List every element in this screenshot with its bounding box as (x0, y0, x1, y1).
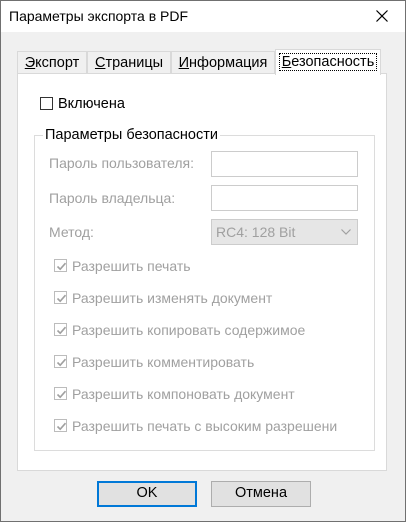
check-icon (56, 390, 67, 399)
check-icon (56, 358, 67, 367)
permission-print-checkbox[interactable] (54, 259, 67, 272)
permission-copy-checkbox[interactable] (54, 323, 67, 336)
permission-print-label: Разрешить печать (72, 258, 191, 274)
user-password-label: Пароль пользователя: (49, 155, 195, 171)
method-value: RC4: 128 Bit (216, 224, 296, 240)
permission-modify-checkbox[interactable] (54, 291, 67, 304)
close-button[interactable] (359, 1, 405, 32)
permission-copy-label: Разрешить копировать содержимое (72, 322, 306, 338)
ok-button[interactable]: OK (97, 481, 197, 507)
permission-comment-checkbox[interactable] (54, 355, 67, 368)
method-label: Метод: (49, 224, 94, 240)
permission-assemble-checkbox[interactable] (54, 387, 67, 400)
tab-export[interactable]: Экспорт (17, 51, 87, 74)
enabled-label: Включена (58, 96, 125, 112)
group-title: Параметры безопасности (43, 127, 220, 143)
tab-pages[interactable]: Страницы (87, 51, 171, 74)
chevron-down-icon (341, 229, 351, 235)
permission-hires-print-label: Разрешить печать с высоким разрешени (72, 418, 338, 434)
owner-password-input[interactable] (211, 185, 358, 211)
tab-security[interactable]: Безопасность (275, 49, 381, 75)
check-icon (56, 294, 67, 303)
window-title: Параметры экспорта в PDF (9, 8, 189, 24)
cancel-button[interactable]: Отмена (211, 481, 311, 507)
owner-password-label: Пароль владельца: (49, 190, 176, 206)
title-bar: Параметры экспорта в PDF (1, 1, 405, 32)
permission-modify-label: Разрешить изменять документ (72, 290, 273, 306)
tab-info[interactable]: Информация (171, 51, 275, 74)
enabled-checkbox[interactable] (40, 97, 53, 110)
permission-assemble-label: Разрешить компоновать документ (72, 386, 295, 402)
export-pdf-dialog: Параметры экспорта в PDF Экспорт Страниц… (0, 0, 406, 522)
permission-hires-print-checkbox[interactable] (54, 419, 67, 432)
permission-comment-label: Разрешить комментировать (72, 354, 255, 370)
method-select[interactable]: RC4: 128 Bit (211, 219, 358, 245)
user-password-input[interactable] (211, 151, 358, 177)
check-icon (56, 262, 67, 271)
close-icon (376, 10, 388, 22)
check-icon (56, 326, 67, 335)
check-icon (56, 422, 67, 431)
